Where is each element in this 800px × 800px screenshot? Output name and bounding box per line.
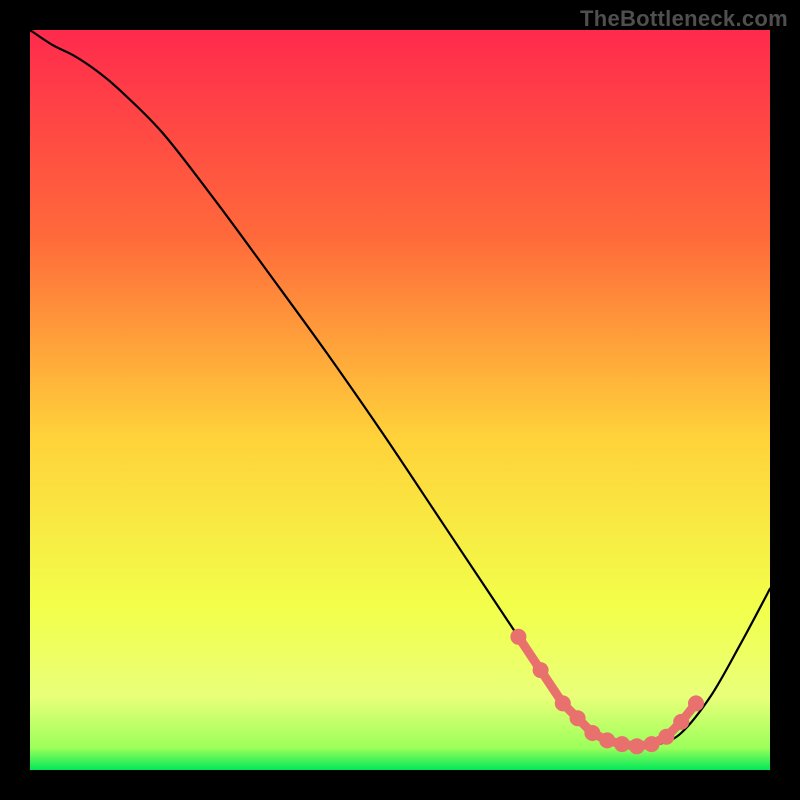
watermark-text: TheBottleneck.com <box>580 6 788 32</box>
chart-frame: TheBottleneck.com <box>0 0 800 800</box>
plot-area <box>30 30 770 770</box>
bottleneck-curve <box>30 30 770 748</box>
highlight-marker <box>644 736 660 752</box>
highlight-marker <box>673 714 689 730</box>
highlight-marker <box>584 725 600 741</box>
chart-svg <box>30 30 770 770</box>
highlight-marker <box>555 695 571 711</box>
highlight-marker <box>614 736 630 752</box>
highlight-marker <box>533 662 549 678</box>
highlight-marker <box>629 738 645 754</box>
highlight-marker <box>688 695 704 711</box>
highlight-marker <box>658 729 674 745</box>
highlight-marker <box>510 629 526 645</box>
highlight-markers <box>510 629 704 755</box>
highlight-marker <box>570 710 586 726</box>
highlight-marker <box>599 732 615 748</box>
